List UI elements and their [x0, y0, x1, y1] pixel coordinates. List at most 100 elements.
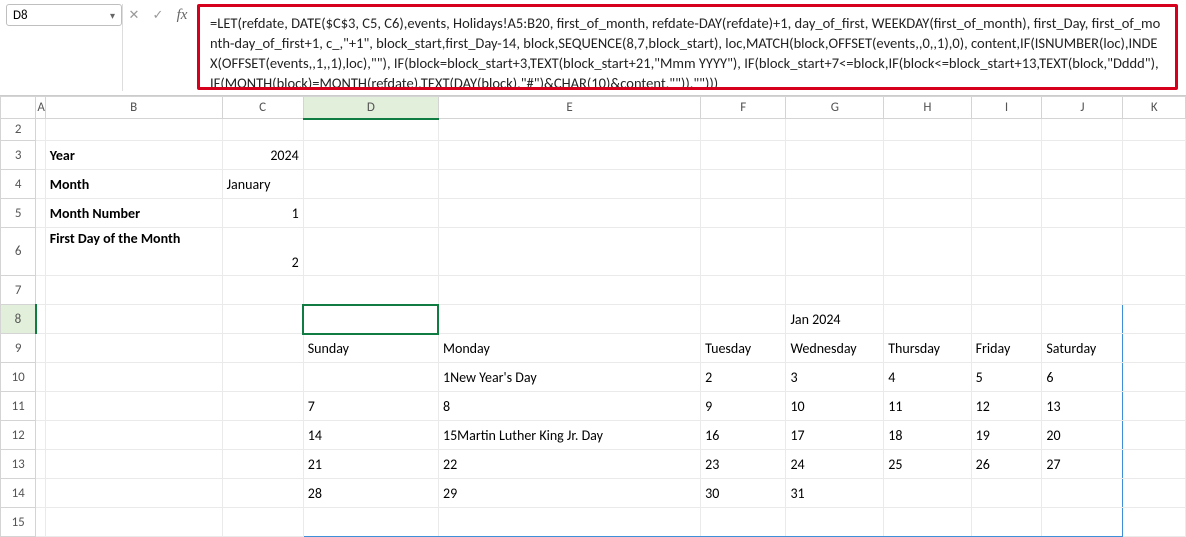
cell[interactable]	[701, 228, 786, 276]
label-month[interactable]: Month	[45, 170, 222, 199]
cell[interactable]	[222, 119, 303, 141]
cell[interactable]	[1123, 276, 1186, 305]
calendar-cell[interactable]: 12	[971, 392, 1042, 421]
cell[interactable]	[1042, 119, 1123, 141]
calendar-cell[interactable]: 9	[701, 392, 786, 421]
day-header[interactable]: Friday	[971, 334, 1042, 363]
cell[interactable]	[222, 334, 303, 363]
cell[interactable]	[1123, 421, 1186, 450]
col-hdr-b[interactable]: B	[45, 97, 222, 119]
col-hdr-c[interactable]: C	[222, 97, 303, 119]
calendar-cell[interactable]: 21	[303, 450, 438, 479]
cell[interactable]	[971, 276, 1042, 305]
calendar-cell[interactable]	[971, 479, 1042, 508]
cell[interactable]	[1123, 170, 1186, 199]
accept-icon[interactable]: ✓	[147, 4, 169, 26]
cell[interactable]	[36, 228, 45, 276]
formula-bar[interactable]: =LET(refdate, DATE($C$3, C5, C6),events,…	[197, 4, 1178, 90]
value-monthnum[interactable]: 1	[222, 199, 303, 228]
cell[interactable]	[303, 170, 438, 199]
cell[interactable]	[222, 508, 303, 537]
select-all-corner[interactable]	[1, 97, 36, 119]
row-hdr[interactable]: 2	[1, 119, 36, 141]
cell[interactable]	[971, 228, 1042, 276]
cell[interactable]	[701, 305, 786, 334]
calendar-cell[interactable]	[786, 508, 884, 537]
calendar-cell[interactable]: 22	[438, 450, 700, 479]
row-hdr[interactable]: 12	[1, 421, 36, 450]
calendar-cell[interactable]: 25	[884, 450, 971, 479]
col-hdr-j[interactable]: J	[1042, 97, 1123, 119]
cell[interactable]	[36, 141, 45, 170]
cell[interactable]	[222, 450, 303, 479]
cell[interactable]	[884, 228, 971, 276]
cell[interactable]	[701, 276, 786, 305]
calendar-cell[interactable]	[884, 508, 971, 537]
cell[interactable]	[303, 119, 438, 141]
cell[interactable]	[222, 392, 303, 421]
calendar-cell[interactable]	[1042, 508, 1123, 537]
calendar-cell[interactable]: 1New Year's Day	[438, 363, 700, 392]
cell[interactable]	[1042, 276, 1123, 305]
cell[interactable]	[971, 119, 1042, 141]
cell[interactable]	[36, 276, 45, 305]
cell[interactable]	[1123, 119, 1186, 141]
day-header[interactable]: Monday	[438, 334, 700, 363]
calendar-cell[interactable]: 18	[884, 421, 971, 450]
cell[interactable]	[222, 479, 303, 508]
cell[interactable]	[701, 141, 786, 170]
calendar-cell[interactable]: 30	[701, 479, 786, 508]
col-hdr-i[interactable]: I	[971, 97, 1042, 119]
cell[interactable]	[45, 450, 222, 479]
day-header[interactable]: Wednesday	[786, 334, 884, 363]
cell[interactable]	[1042, 228, 1123, 276]
calendar-cell[interactable]: 28	[303, 479, 438, 508]
calendar-cell[interactable]: 15Martin Luther King Jr. Day	[438, 421, 700, 450]
cell[interactable]	[701, 119, 786, 141]
row-hdr[interactable]: 13	[1, 450, 36, 479]
cell[interactable]	[1123, 392, 1186, 421]
cell[interactable]	[36, 450, 45, 479]
calendar-cell[interactable]: 10	[786, 392, 884, 421]
calendar-cell[interactable]: 2	[701, 363, 786, 392]
cell[interactable]	[1123, 334, 1186, 363]
cell[interactable]	[786, 228, 884, 276]
col-hdr-e[interactable]: E	[438, 97, 700, 119]
cell[interactable]	[971, 305, 1042, 334]
cell[interactable]	[1123, 363, 1186, 392]
cell[interactable]	[884, 199, 971, 228]
calendar-cell[interactable]: 6	[1042, 363, 1123, 392]
row-hdr[interactable]: 3	[1, 141, 36, 170]
calendar-cell[interactable]: 11	[884, 392, 971, 421]
day-header[interactable]: Tuesday	[701, 334, 786, 363]
calendar-cell[interactable]	[303, 508, 438, 537]
cell[interactable]	[971, 170, 1042, 199]
cell[interactable]	[45, 305, 222, 334]
cell[interactable]	[36, 170, 45, 199]
row-hdr[interactable]: 10	[1, 363, 36, 392]
row-hdr[interactable]: 14	[1, 479, 36, 508]
col-hdr-g[interactable]: G	[786, 97, 884, 119]
cell[interactable]	[36, 119, 45, 141]
cell[interactable]	[438, 199, 700, 228]
cell[interactable]	[36, 199, 45, 228]
cell[interactable]	[701, 199, 786, 228]
calendar-cell[interactable]: 23	[701, 450, 786, 479]
cell[interactable]	[1123, 199, 1186, 228]
cell[interactable]	[884, 276, 971, 305]
calendar-cell[interactable]	[701, 508, 786, 537]
cell[interactable]	[45, 276, 222, 305]
row-hdr[interactable]: 15	[1, 508, 36, 537]
day-header[interactable]: Saturday	[1042, 334, 1123, 363]
calendar-cell[interactable]: 24	[786, 450, 884, 479]
cell[interactable]	[45, 334, 222, 363]
calendar-cell[interactable]	[884, 479, 971, 508]
cell[interactable]	[786, 119, 884, 141]
cell[interactable]	[884, 119, 971, 141]
calendar-cell[interactable]: 31	[786, 479, 884, 508]
cell[interactable]	[1042, 170, 1123, 199]
cell[interactable]	[971, 141, 1042, 170]
row-hdr[interactable]: 6	[1, 228, 36, 276]
calendar-cell[interactable]	[303, 363, 438, 392]
cell[interactable]	[303, 276, 438, 305]
